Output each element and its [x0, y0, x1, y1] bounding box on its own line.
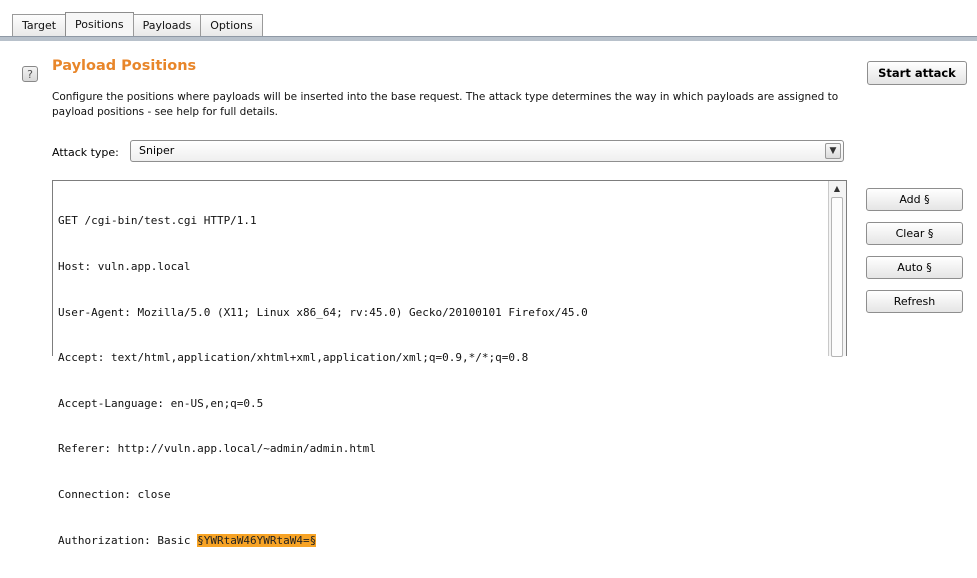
tab-target[interactable]: Target [12, 14, 67, 36]
auto-markers-button[interactable]: Auto § [866, 256, 963, 279]
refresh-button[interactable]: Refresh [866, 290, 963, 313]
request-line-authorization: Authorization: Basic §YWRtaW46YWRtaW4=§ [58, 533, 588, 548]
attack-type-value: Sniper [139, 144, 175, 157]
request-text[interactable]: GET /cgi-bin/test.cgi HTTP/1.1 Host: vul… [58, 183, 588, 578]
start-attack-button[interactable]: Start attack [867, 61, 967, 85]
request-line: Connection: close [58, 487, 171, 501]
attack-type-select[interactable]: Sniper ▼ [130, 140, 844, 162]
tab-options[interactable]: Options [200, 14, 263, 36]
attack-type-label: Attack type: [52, 146, 119, 159]
tab-strip: Target Positions Payloads Options [12, 12, 263, 36]
request-line: Referer: http://vuln.app.local/~admin/ad… [58, 442, 376, 456]
request-line: Accept: text/html,application/xhtml+xml,… [58, 351, 529, 365]
scroll-up-icon[interactable]: ▲ [831, 183, 843, 195]
section-description: Configure the positions where payloads w… [52, 91, 839, 118]
authorization-header: Authorization: Basic [58, 533, 198, 547]
request-editor[interactable]: GET /cgi-bin/test.cgi HTTP/1.1 Host: vul… [52, 180, 847, 547]
payload-position-marker[interactable]: §YWRtaW46YWRtaW4=§ [197, 533, 317, 547]
clear-markers-button[interactable]: Clear § [866, 222, 963, 245]
request-line: GET /cgi-bin/test.cgi HTTP/1.1 [58, 214, 257, 228]
section-title: Payload Positions [52, 58, 197, 74]
help-icon[interactable]: ? [22, 66, 38, 82]
vertical-scrollbar[interactable]: ▲ [828, 181, 846, 357]
tab-bar: Target Positions Payloads Options [0, 0, 977, 44]
tab-positions[interactable]: Positions [65, 12, 134, 36]
request-line: User-Agent: Mozilla/5.0 (X11; Linux x86_… [58, 305, 588, 319]
chevron-down-icon[interactable]: ▼ [825, 143, 841, 159]
request-line: Host: vuln.app.local [58, 260, 191, 273]
tab-payloads[interactable]: Payloads [132, 14, 202, 36]
scroll-thumb[interactable] [831, 197, 843, 357]
request-line: Accept-Language: en-US,en;q=0.5 [58, 396, 264, 410]
add-marker-button[interactable]: Add § [866, 188, 963, 211]
tab-divider [0, 36, 977, 41]
